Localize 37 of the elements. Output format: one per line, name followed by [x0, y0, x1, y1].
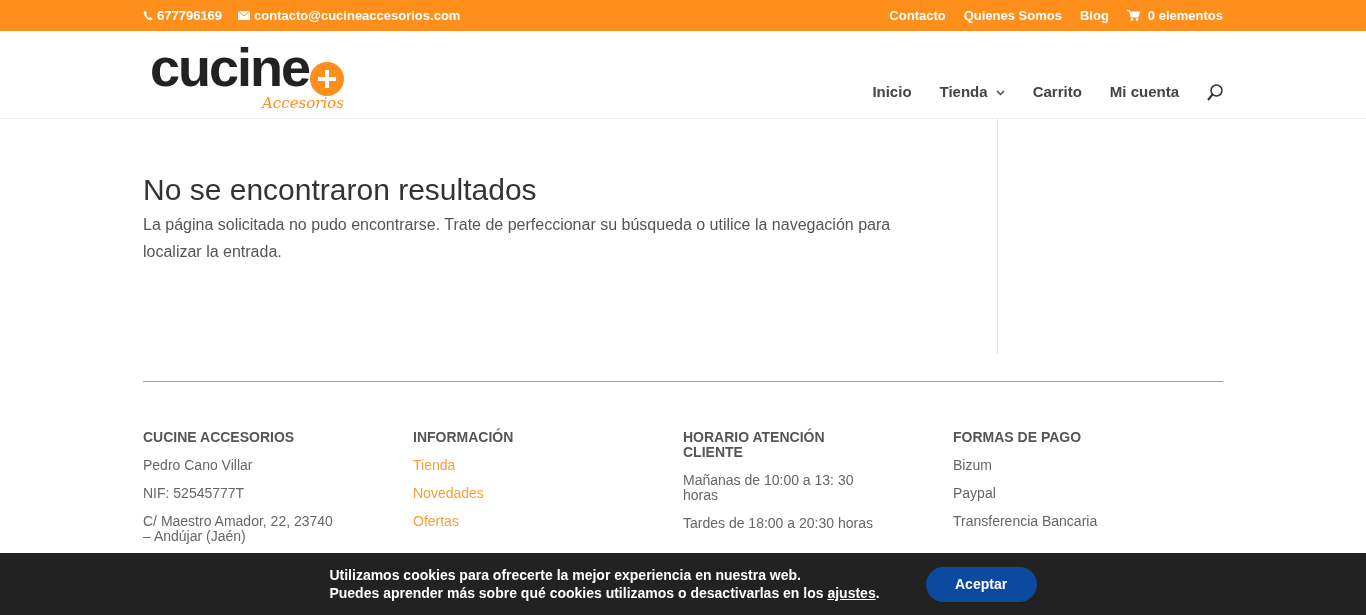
- footer-text: Bizum: [953, 458, 993, 473]
- caret-icon: [995, 89, 1005, 96]
- footer-text: Pedro Cano Villar: [143, 458, 254, 473]
- footer-text: Tardes de 18:00 a 20:30 horas: [683, 516, 873, 531]
- top-link[interactable]: Blog: [1079, 5, 1109, 26]
- cookie-message: Utilizamos cookies para ofrecerte la mejor experiencia en nuestra web. Puedes aprender más sobre qué cookies utilizamos o desactivarlas en los ajustes.: [329, 566, 880, 602]
- accept-button[interactable]: Aceptar: [925, 566, 1037, 602]
- nav-link[interactable]: Tienda: [939, 81, 1005, 104]
- top-link[interactable]: Quienes Somos: [963, 5, 1062, 26]
- footer-text: Mañanas de 10:00 a 13: 30 horas: [683, 473, 855, 503]
- top-link[interactable]: Contacto: [889, 5, 946, 26]
- mail-icon: [238, 11, 251, 20]
- footer-heading: FORMAS DE PAGO: [953, 430, 1083, 445]
- footer-heading: HORARIO ATENCIÓN CLIENTE: [683, 430, 826, 460]
- footer-text: Paypal: [953, 486, 997, 501]
- phone-icon: [143, 10, 153, 21]
- footer-heading: CUCINE ACCESORIOS: [143, 430, 296, 445]
- search-icon[interactable]: [1207, 84, 1223, 101]
- plus-circle-icon: [310, 61, 344, 96]
- nav-link[interactable]: Carrito: [1032, 81, 1082, 104]
- nav-link[interactable]: Mi cuenta: [1109, 81, 1179, 104]
- cart-link[interactable]: 0 elementos: [1147, 5, 1223, 26]
- footer-link[interactable]: Novedades: [413, 486, 603, 501]
- email-link[interactable]: contacto@cucineaccesorios.com: [254, 5, 461, 26]
- footer-text: Transferencia Bancaria: [953, 514, 1099, 529]
- phone-number[interactable]: 677796169: [157, 5, 223, 26]
- footer-text: C/ Maestro Amador, 22, 23740 – Andújar (Jaén): [143, 514, 333, 544]
- footer-text: NIF: 52545777T: [143, 486, 246, 501]
- cart-icon: [1126, 10, 1140, 21]
- logo[interactable]: cucine Accesorios: [150, 37, 356, 116]
- footer-link[interactable]: Tienda: [413, 458, 603, 473]
- settings-link[interactable]: ajustes: [827, 585, 876, 601]
- nav-link[interactable]: Inicio: [872, 81, 912, 104]
- footer-link[interactable]: Ofertas: [413, 514, 603, 529]
- page-title: No se encontraron resultados: [143, 172, 538, 208]
- footer-heading: INFORMACIÓN: [413, 430, 515, 445]
- not-found-message: La página solicitada no pudo encontrarse. Trate de perfeccionar su búsqueda o utilice la navegación para localizar la entrada.: [143, 214, 892, 262]
